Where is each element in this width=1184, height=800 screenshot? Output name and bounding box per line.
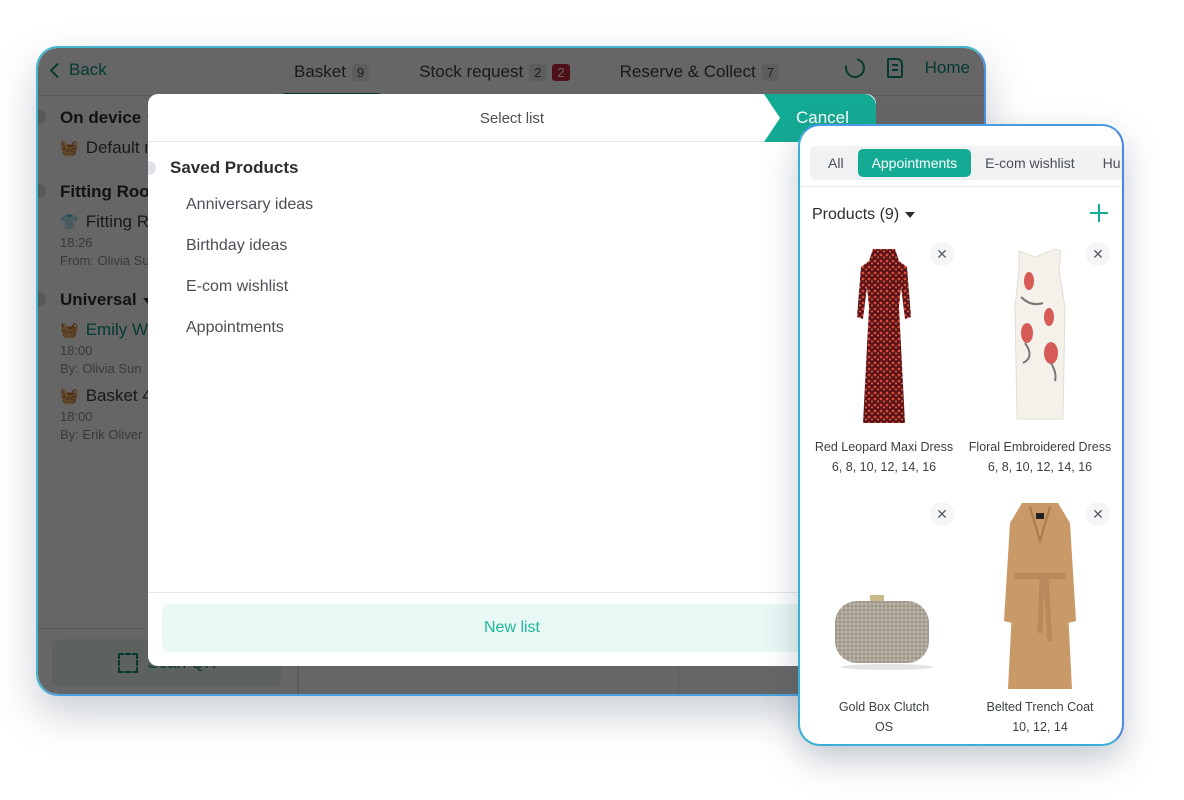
tab-appointments[interactable]: Appointments: [857, 149, 972, 177]
tab-ecom-wishlist[interactable]: E-com wishlist: [971, 149, 1088, 177]
clutch-image: [835, 595, 933, 670]
product-sizes: OS: [874, 720, 894, 734]
product-sizes: 10, 12, 14: [1012, 720, 1068, 734]
tab-all[interactable]: All: [814, 149, 858, 177]
product-card[interactable]: ✕ Floral Embroidered Dress 6, 8, 10, 12,…: [962, 238, 1118, 484]
phone-frame: All Appointments E-com wishlist Hu Produ…: [798, 124, 1124, 746]
product-card[interactable]: ✕ Red Leopard Maxi Dress 6, 8, 10, 12, 1…: [806, 238, 962, 484]
dress-image: [1014, 248, 1066, 420]
list-options: Anniversary ideas Birthday ideas E-com w…: [148, 178, 876, 348]
remove-product-button[interactable]: ✕: [1086, 502, 1110, 526]
product-card[interactable]: ✕ Gold Box Clutch OS: [806, 498, 962, 744]
product-image: [818, 504, 950, 690]
list-option[interactable]: Birthday ideas: [148, 225, 876, 266]
group-toggle[interactable]: [148, 161, 156, 175]
product-grid: ✕ Red Leopard Maxi Dress 6, 8, 10, 12, 1…: [806, 238, 1118, 744]
product-name: Belted Trench Coat: [986, 700, 1094, 714]
product-card[interactable]: ✕ Belted Trench Coat 10, 12, 14: [962, 498, 1118, 744]
new-list-button[interactable]: New list: [162, 604, 862, 652]
caret-down-icon: [905, 212, 916, 218]
dialog-footer: New list: [148, 592, 876, 666]
product-name: Gold Box Clutch: [838, 700, 930, 714]
list-option[interactable]: Appointments: [148, 307, 876, 348]
product-image: [974, 503, 1106, 690]
coat-image: [1004, 503, 1076, 689]
saved-products-group[interactable]: Saved Products: [148, 142, 876, 178]
product-name: Red Leopard Maxi Dress: [814, 440, 954, 454]
list-option[interactable]: Anniversary ideas: [148, 184, 876, 225]
product-image: [974, 244, 1106, 430]
product-sizes: 6, 8, 10, 12, 14, 16: [987, 460, 1093, 474]
product-image: [818, 244, 950, 430]
tab-more[interactable]: Hu: [1089, 149, 1122, 177]
add-icon[interactable]: [1090, 204, 1108, 222]
products-dropdown[interactable]: Products (9): [812, 206, 916, 224]
group-label: Saved Products: [170, 158, 299, 177]
remove-product-button[interactable]: ✕: [930, 242, 954, 266]
product-sizes: 6, 8, 10, 12, 14, 16: [831, 460, 937, 474]
remove-product-button[interactable]: ✕: [1086, 242, 1110, 266]
list-filter-tabs: All Appointments E-com wishlist Hu: [810, 146, 1122, 180]
remove-product-button[interactable]: ✕: [930, 502, 954, 526]
products-count-label: Products (9): [812, 206, 900, 223]
divider: [800, 186, 1122, 187]
dialog-header: Select list Cancel: [148, 94, 876, 142]
dress-image: [857, 249, 911, 423]
dialog-title: Select list: [479, 110, 545, 127]
product-name: Floral Embroidered Dress: [968, 440, 1112, 454]
select-list-dialog: Select list Cancel Saved Products Annive…: [148, 94, 876, 666]
list-option[interactable]: E-com wishlist: [148, 266, 876, 307]
